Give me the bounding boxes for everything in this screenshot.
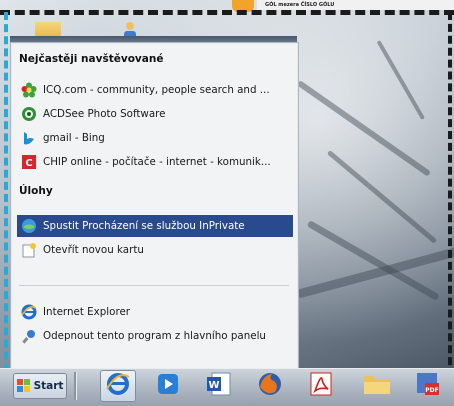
pinned-item-unpin[interactable]: Odepnout tento program z hlavního panelu [17, 325, 293, 347]
page-banner: GÓL mezera ČÍSLO GÓLU [257, 0, 454, 10]
taskbar-acrobat[interactable] [303, 370, 339, 402]
cut-border-top [0, 10, 454, 15]
svg-text:C: C [25, 158, 32, 169]
pinned-item-label: Internet Explorer [43, 306, 131, 318]
acdsee-icon [21, 106, 37, 122]
inprivate-icon [21, 218, 37, 234]
start-button[interactable]: Start [13, 373, 67, 399]
internet-explorer-icon [105, 371, 131, 401]
taskbar-pdf-converter[interactable]: PDF [410, 370, 446, 402]
svg-text:W: W [208, 380, 219, 391]
windows-flag-icon [16, 379, 31, 393]
frequent-section-title: Nejčastěji navštěvované [19, 53, 164, 65]
start-label: Start [33, 380, 64, 392]
frequent-item-label: gmail - Bing [43, 132, 105, 144]
icq-flower-icon [21, 82, 37, 98]
pinned-item-internet-explorer[interactable]: Internet Explorer [17, 301, 293, 323]
taskbar-explorer[interactable] [359, 370, 395, 402]
cut-border-left [4, 12, 8, 384]
firefox-icon [257, 371, 283, 401]
task-item-inprivate[interactable]: Spustit Procházení se službou InPrivate [17, 215, 293, 237]
taskbar-separator [74, 372, 77, 400]
frequent-item-acdsee[interactable]: ACDSee Photo Software [17, 103, 293, 125]
frequent-item-label: ICQ.com - community, people search and .… [43, 84, 270, 96]
frequent-item-label: CHIP online - počítače - internet - komu… [43, 156, 271, 168]
chip-icon: C [21, 154, 37, 170]
internet-explorer-icon [21, 304, 37, 320]
media-center-icon [156, 372, 180, 400]
frequent-item-gmail-bing[interactable]: gmail - Bing [17, 127, 293, 149]
svg-text:PDF: PDF [425, 387, 438, 394]
taskbar-media-center[interactable] [150, 370, 186, 402]
task-item-label: Spustit Procházení se službou InPrivate [43, 220, 245, 232]
frequent-item-icq[interactable]: ICQ.com - community, people search and .… [17, 79, 293, 101]
unpin-icon [21, 328, 37, 344]
frequent-item-label: ACDSee Photo Software [43, 108, 166, 120]
taskbar-internet-explorer[interactable] [100, 370, 136, 402]
jump-list-menu: Nejčastěji navštěvované ICQ.com - commun… [10, 42, 299, 374]
pdf-converter-icon: PDF [415, 371, 441, 401]
task-item-new-tab[interactable]: Otevřít novou kartu [17, 239, 293, 261]
task-item-label: Otevřít novou kartu [43, 244, 144, 256]
folder-icon [363, 372, 391, 400]
bing-icon [21, 130, 37, 146]
cut-border-right [448, 12, 452, 377]
frequent-item-chip[interactable]: C CHIP online - počítače - internet - ko… [17, 151, 293, 173]
pinned-item-label: Odepnout tento program z hlavního panelu [43, 330, 266, 342]
tasks-section-title: Úlohy [19, 185, 53, 197]
word-icon: W [206, 372, 232, 400]
menu-separator [19, 285, 289, 286]
new-tab-icon [21, 242, 37, 258]
taskbar-word[interactable]: W [201, 370, 237, 402]
acrobat-icon [308, 371, 334, 401]
taskbar-firefox[interactable] [252, 370, 288, 402]
